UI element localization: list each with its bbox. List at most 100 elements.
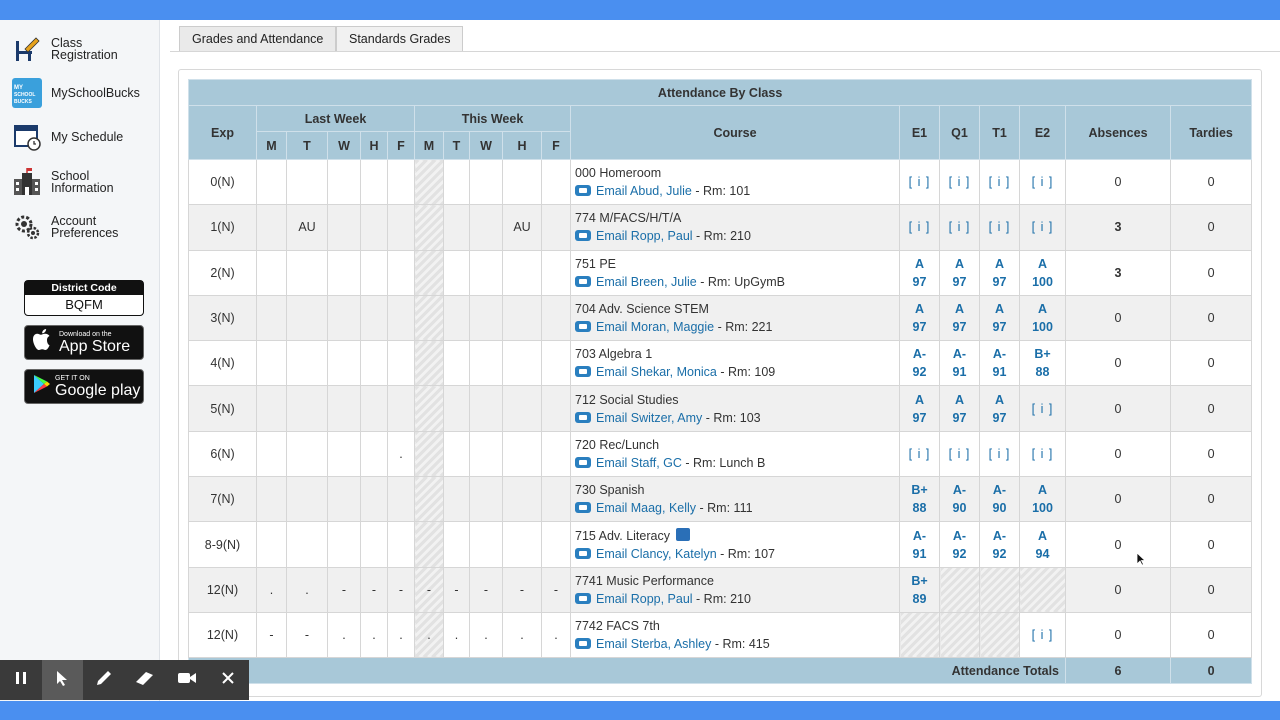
grade-percent[interactable]: 97 — [900, 409, 939, 427]
grade-percent[interactable]: 91 — [900, 545, 939, 563]
email-teacher-link[interactable]: Email Moran, Maggie — [596, 320, 714, 334]
grade-info-link[interactable]: [ i ] — [989, 220, 1011, 234]
grade-percent[interactable]: 100 — [1020, 499, 1065, 517]
email-teacher-link[interactable]: Email Sterba, Ashley — [596, 637, 711, 651]
grade-info-link[interactable]: [ i ] — [1032, 628, 1054, 642]
grade-letter[interactable]: A — [1020, 255, 1065, 273]
grade-info-link[interactable]: [ i ] — [989, 447, 1011, 461]
mail-icon[interactable] — [575, 638, 591, 650]
mail-icon[interactable] — [575, 275, 591, 287]
grade-info-link[interactable]: [ i ] — [1032, 175, 1054, 189]
pause-button[interactable] — [0, 660, 42, 700]
grade-letter[interactable]: B+ — [900, 572, 939, 590]
grade-percent[interactable]: 97 — [940, 318, 979, 336]
email-teacher-link[interactable]: Email Shekar, Monica — [596, 365, 717, 379]
grade-letter[interactable]: A — [1020, 481, 1065, 499]
email-teacher-link[interactable]: Email Abud, Julie — [596, 184, 692, 198]
mail-icon[interactable] — [575, 230, 591, 242]
pointer-button[interactable] — [41, 660, 83, 700]
email-teacher-link[interactable]: Email Breen, Julie — [596, 275, 697, 289]
grade-percent[interactable]: 100 — [1020, 318, 1065, 336]
grade-letter[interactable]: A — [940, 255, 979, 273]
grade-percent[interactable]: 90 — [980, 499, 1019, 517]
grade-letter[interactable]: B+ — [1020, 345, 1065, 363]
grade-info-link[interactable]: [ i ] — [989, 175, 1011, 189]
grade-info-link[interactable]: [ i ] — [1032, 447, 1054, 461]
grade-info-link[interactable]: [ i ] — [1032, 220, 1054, 234]
sidebar-item-school-information[interactable]: School Information — [12, 167, 158, 197]
grade-info-link[interactable]: [ i ] — [909, 175, 931, 189]
grade-percent[interactable]: 91 — [940, 363, 979, 381]
sidebar-item-my-schedule[interactable]: My Schedule — [12, 122, 158, 152]
absences-cell[interactable]: 3 — [1065, 204, 1171, 251]
mail-icon[interactable] — [575, 592, 591, 604]
grade-percent[interactable]: 97 — [900, 318, 939, 336]
grade-info-link[interactable]: [ i ] — [949, 447, 971, 461]
email-teacher-link[interactable]: Email Staff, GC — [596, 456, 682, 470]
grade-percent[interactable]: 97 — [900, 273, 939, 291]
sidebar-item-account-preferences[interactable]: Account Preferences — [12, 212, 158, 242]
tab-standards-grades[interactable]: Standards Grades — [336, 26, 464, 52]
pen-button[interactable] — [83, 660, 125, 700]
grade-percent[interactable]: 92 — [900, 363, 939, 381]
tab-grades-and-attendance[interactable]: Grades and Attendance — [179, 26, 337, 52]
grade-percent[interactable]: 97 — [980, 409, 1019, 427]
sidebar-item-myschoolbucks[interactable]: MY SCHOOL BUCKS MySchoolBucks — [12, 78, 158, 108]
grade-percent[interactable]: 91 — [980, 363, 1019, 381]
mail-icon[interactable] — [575, 366, 591, 378]
sidebar-item-class-registration[interactable]: Class Registration — [12, 34, 158, 64]
grade-letter[interactable]: A- — [980, 527, 1019, 545]
grade-letter[interactable]: A — [980, 300, 1019, 318]
close-button[interactable] — [208, 660, 250, 700]
grade-letter[interactable]: A — [900, 300, 939, 318]
grade-letter[interactable]: A — [980, 391, 1019, 409]
grade-info-link[interactable]: [ i ] — [949, 220, 971, 234]
grade-percent[interactable]: 90 — [940, 499, 979, 517]
mail-icon[interactable] — [575, 547, 591, 559]
grade-letter[interactable]: A — [1020, 527, 1065, 545]
grade-letter[interactable]: A- — [940, 481, 979, 499]
email-teacher-link[interactable]: Email Maag, Kelly — [596, 501, 696, 515]
google-play-button[interactable]: GET IT ON Google play — [24, 369, 144, 404]
grade-percent[interactable]: 97 — [980, 318, 1019, 336]
grade-letter[interactable]: A — [1020, 300, 1065, 318]
grade-percent[interactable]: 92 — [980, 545, 1019, 563]
grade-info-link[interactable]: [ i ] — [949, 175, 971, 189]
email-teacher-link[interactable]: Email Ropp, Paul — [596, 229, 693, 243]
grade-letter[interactable]: A — [980, 255, 1019, 273]
grade-percent[interactable]: 97 — [940, 409, 979, 427]
mail-icon[interactable] — [575, 411, 591, 423]
grade-letter[interactable]: A — [940, 391, 979, 409]
grade-info-link[interactable]: [ i ] — [909, 447, 931, 461]
grade-percent[interactable]: 97 — [980, 273, 1019, 291]
email-teacher-link[interactable]: Email Clancy, Katelyn — [596, 547, 717, 561]
mail-icon[interactable] — [575, 456, 591, 468]
grade-letter[interactable]: B+ — [900, 481, 939, 499]
grade-percent[interactable]: 100 — [1020, 273, 1065, 291]
grade-letter[interactable]: A- — [900, 527, 939, 545]
absences-cell[interactable]: 3 — [1065, 249, 1171, 296]
app-store-button[interactable]: Download on the App Store — [24, 325, 144, 360]
email-teacher-link[interactable]: Email Ropp, Paul — [596, 592, 693, 606]
grade-letter[interactable]: A- — [980, 345, 1019, 363]
grade-percent[interactable]: 89 — [900, 590, 939, 608]
camera-button[interactable] — [166, 660, 208, 700]
email-teacher-link[interactable]: Email Switzer, Amy — [596, 411, 702, 425]
eraser-button[interactable] — [125, 660, 167, 700]
mail-icon[interactable] — [575, 321, 591, 333]
grade-info-link[interactable]: [ i ] — [1032, 402, 1054, 416]
mail-icon[interactable] — [575, 185, 591, 197]
grade-percent[interactable]: 97 — [940, 273, 979, 291]
mail-icon[interactable] — [575, 502, 591, 514]
grade-letter[interactable]: A- — [980, 481, 1019, 499]
group-icon[interactable] — [675, 527, 690, 541]
grade-letter[interactable]: A- — [940, 345, 979, 363]
grade-letter[interactable]: A — [900, 255, 939, 273]
grade-percent[interactable]: 88 — [1020, 363, 1065, 381]
grade-letter[interactable]: A — [900, 391, 939, 409]
grade-letter[interactable]: A — [940, 300, 979, 318]
grade-letter[interactable]: A- — [940, 527, 979, 545]
grade-percent[interactable]: 92 — [940, 545, 979, 563]
totals-absences[interactable]: 6 — [1065, 657, 1171, 685]
grade-letter[interactable]: A- — [900, 345, 939, 363]
